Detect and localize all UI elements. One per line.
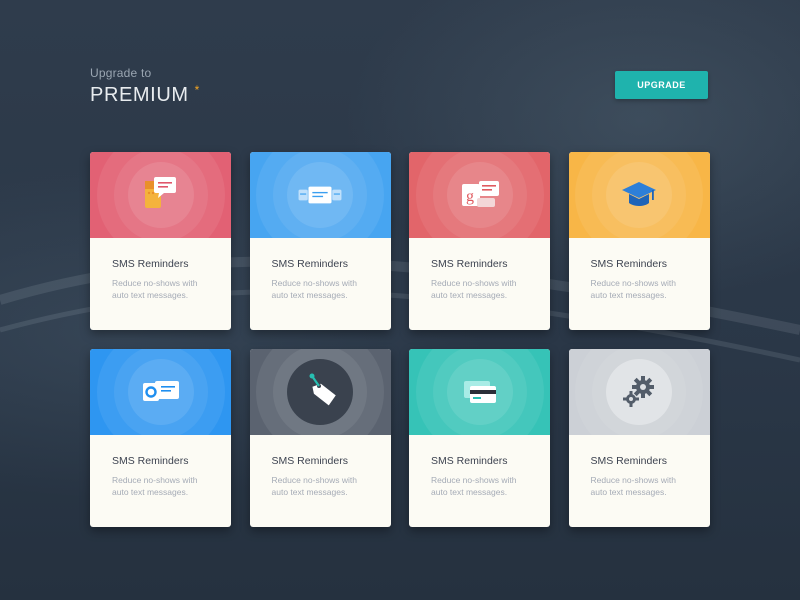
card-description: Reduce no-shows with auto text messages. bbox=[431, 475, 517, 497]
card-body: SMS Reminders Reduce no-shows with auto … bbox=[409, 435, 550, 498]
title-row: PREMIUM * bbox=[90, 84, 199, 107]
card-header bbox=[249, 152, 391, 238]
feature-card[interactable]: SMS Reminders Reduce no-shows with auto … bbox=[90, 152, 231, 330]
card-description: Reduce no-shows with auto text messages. bbox=[112, 278, 198, 300]
calendar-message-icon bbox=[138, 172, 184, 218]
card-title: SMS Reminders bbox=[271, 455, 348, 467]
page-title: PREMIUM bbox=[90, 84, 189, 106]
card-title: SMS Reminders bbox=[590, 258, 667, 270]
card-header bbox=[568, 152, 710, 238]
card-header bbox=[90, 349, 231, 435]
card-title: SMS Reminders bbox=[431, 258, 508, 270]
feature-grid: SMS Reminders Reduce no-shows with auto … bbox=[90, 152, 710, 527]
messages-icon bbox=[297, 172, 343, 218]
card-title: SMS Reminders bbox=[590, 455, 667, 467]
graduation-cap-icon bbox=[616, 172, 662, 218]
page-subtitle: Upgrade to bbox=[90, 66, 152, 80]
card-header bbox=[90, 152, 231, 238]
card-body: SMS Reminders Reduce no-shows with auto … bbox=[409, 238, 550, 301]
feature-card[interactable]: SMS Reminders Reduce no-shows with auto … bbox=[249, 152, 391, 330]
page-header: Upgrade to PREMIUM * bbox=[90, 66, 199, 107]
card-title: SMS Reminders bbox=[112, 455, 189, 467]
card-body: SMS Reminders Reduce no-shows with auto … bbox=[250, 238, 391, 301]
card-description: Reduce no-shows with auto text messages. bbox=[271, 278, 358, 300]
card-description: Reduce no-shows with auto text messages. bbox=[271, 475, 358, 497]
card-body: SMS Reminders Reduce no-shows with auto … bbox=[250, 435, 391, 498]
svg-text:g: g bbox=[466, 188, 474, 205]
feature-card[interactable]: SMS Reminders Reduce no-shows with auto … bbox=[409, 349, 550, 527]
google-message-icon: g bbox=[457, 172, 503, 218]
card-header bbox=[249, 349, 391, 435]
feature-card[interactable]: SMS Reminders Reduce no-shows with auto … bbox=[249, 349, 391, 527]
card-body: SMS Reminders Reduce no-shows with auto … bbox=[569, 238, 710, 301]
card-title: SMS Reminders bbox=[112, 258, 189, 270]
card-body: SMS Reminders Reduce no-shows with auto … bbox=[569, 435, 710, 498]
card-header bbox=[568, 349, 710, 435]
card-header: g bbox=[409, 152, 550, 238]
card-title: SMS Reminders bbox=[431, 455, 508, 467]
outlook-message-icon bbox=[138, 369, 184, 415]
card-description: Reduce no-shows with auto text messages. bbox=[590, 475, 677, 497]
upgrade-button[interactable]: UPGRADE bbox=[615, 71, 708, 99]
feature-card[interactable]: SMS Reminders Reduce no-shows with auto … bbox=[90, 349, 231, 527]
star-icon: * bbox=[194, 83, 200, 97]
card-body: SMS Reminders Reduce no-shows with auto … bbox=[90, 435, 231, 498]
feature-card[interactable]: g SMS Reminders Reduce no-shows with aut… bbox=[409, 152, 550, 330]
card-description: Reduce no-shows with auto text messages. bbox=[590, 278, 677, 300]
credit-card-icon bbox=[457, 369, 503, 415]
gears-icon bbox=[616, 369, 662, 415]
card-body: SMS Reminders Reduce no-shows with auto … bbox=[90, 238, 231, 301]
feature-card[interactable]: SMS Reminders Reduce no-shows with auto … bbox=[568, 152, 710, 330]
card-description: Reduce no-shows with auto text messages. bbox=[431, 278, 517, 300]
card-title: SMS Reminders bbox=[271, 258, 348, 270]
feature-card[interactable]: SMS Reminders Reduce no-shows with auto … bbox=[568, 349, 710, 527]
card-header bbox=[409, 349, 550, 435]
price-tag-icon bbox=[297, 369, 343, 415]
card-description: Reduce no-shows with auto text messages. bbox=[112, 475, 198, 497]
